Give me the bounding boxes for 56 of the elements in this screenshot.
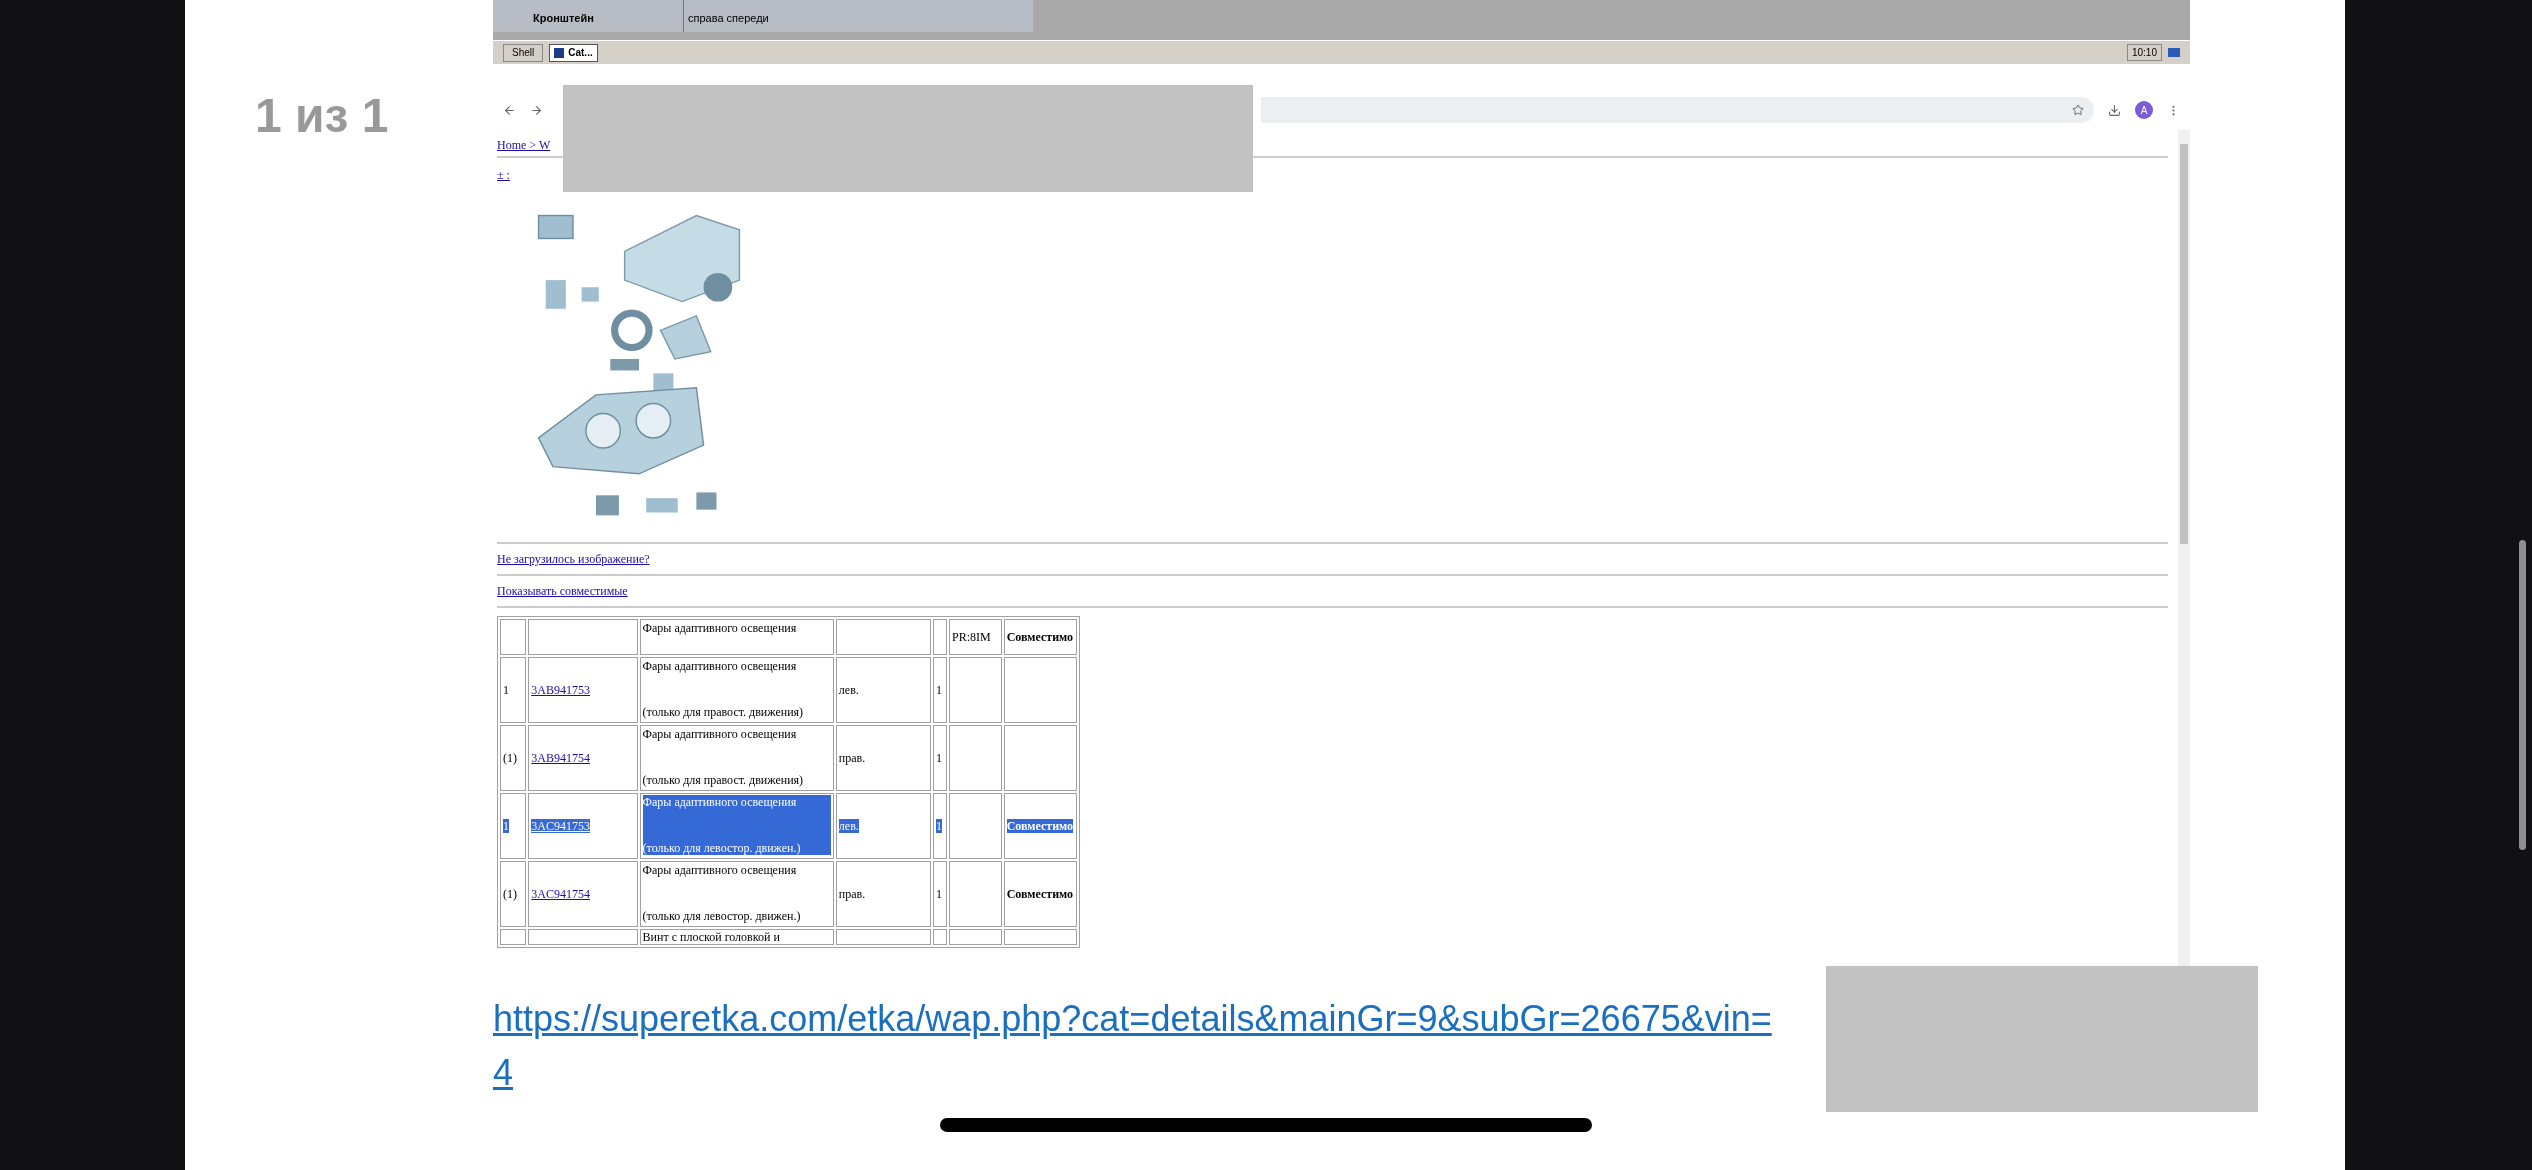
forward-icon[interactable]: [530, 103, 543, 117]
scrollbar-thumb[interactable]: [2519, 540, 2526, 850]
table-cell-text: Фары адаптивного освещения: [642, 795, 798, 809]
toggle-link[interactable]: ± :: [497, 168, 510, 182]
table-cell: Совместимо: [1006, 819, 1074, 833]
table-cell: 1: [935, 887, 942, 901]
table-cell: прав.: [838, 887, 866, 901]
part-number-link[interactable]: 3AB941754: [531, 751, 590, 765]
table-row[interactable]: (1) 3AB941754 Фары адаптивного освещения (только для правост. движения) прав. 1: [500, 725, 1077, 791]
table-cell-text: Фары адаптивного освещения: [642, 863, 798, 877]
table-cell: 1: [935, 683, 942, 697]
table-cell-text: (только для правост. движения): [642, 773, 805, 787]
back-icon[interactable]: [503, 103, 516, 117]
star-icon[interactable]: [2072, 104, 2084, 116]
table-row[interactable]: (1) 3AC941754 Фары адаптивного освещения (только для левостор. движен.) прав. 1 Совместимо: [500, 861, 1077, 927]
table-row[interactable]: 1 3AC941753 Фары адаптивного освещения (только для левостор. движен.) лев. 1 Совместимо: [500, 793, 1077, 859]
part-number-link[interactable]: 3AC941753: [531, 819, 590, 833]
table-cell-text: Фары адаптивного освещения: [642, 621, 798, 635]
page-counter: 1 из 1: [255, 89, 389, 142]
table-cell-text: (только для левостор. движен.): [642, 909, 802, 923]
part-number-link[interactable]: 3AB941753: [531, 683, 590, 697]
breadcrumb-link[interactable]: Home > W: [497, 138, 551, 152]
text-link[interactable]: Показывать совместимые: [497, 584, 628, 598]
table-cell-text: Фары адаптивного освещения: [642, 727, 798, 741]
table-row[interactable]: Фары адаптивного освещения PR:8IM Совместимо: [500, 619, 1077, 655]
table-cell: 1: [503, 819, 509, 833]
tray-icon: [2168, 48, 2180, 57]
table-cell: лев.: [838, 683, 859, 697]
table-row[interactable]: 1 3AB941753 Фары адаптивного освещения (только для правост. движения) лев. 1: [500, 657, 1077, 723]
table-cell: лев.: [838, 819, 859, 833]
app-icon: [554, 47, 565, 58]
table-cell: 1: [503, 683, 509, 697]
download-icon[interactable]: [2108, 103, 2121, 117]
table-cell: (1): [503, 887, 517, 901]
table-cell: PR:8IM: [952, 630, 991, 644]
table-cell-text: (только для левостор. движен.): [642, 841, 802, 855]
table-cell: 1: [935, 819, 942, 833]
taskbar-button[interactable]: Shell: [503, 43, 544, 62]
text-link[interactable]: Не загрузилось изображение?: [497, 552, 650, 566]
table-cell: справа спереди: [683, 0, 793, 32]
table-cell-text: Кронштейн: [532, 11, 595, 26]
table-cell: Совместимо: [1006, 630, 1074, 644]
table-cell-text: Фары адаптивного освещения: [642, 659, 798, 673]
table-cell: Совместимо: [1006, 887, 1074, 901]
table-cell: 1: [935, 751, 942, 765]
table-cell: (1): [503, 751, 517, 765]
table-cell: прав.: [838, 751, 866, 765]
table-cell-text: Винт с плоской головкой и: [642, 930, 781, 944]
table-cell-text: (только для правост. движения): [642, 705, 805, 719]
url-link[interactable]: 4: [493, 1052, 514, 1093]
avatar-button[interactable]: A: [2135, 101, 2153, 119]
taskbar-button[interactable]: Cat...: [549, 43, 598, 62]
part-number-link[interactable]: 3AC941754: [531, 887, 590, 901]
taskbar-clock: 10:10: [2126, 44, 2162, 61]
table-row[interactable]: Винт с плоской головкой и: [500, 929, 1077, 945]
url-link[interactable]: https://superetka.com/etka/wap.php?cat=details&mainGr=9&subGr=26675&vin=: [493, 998, 1772, 1039]
